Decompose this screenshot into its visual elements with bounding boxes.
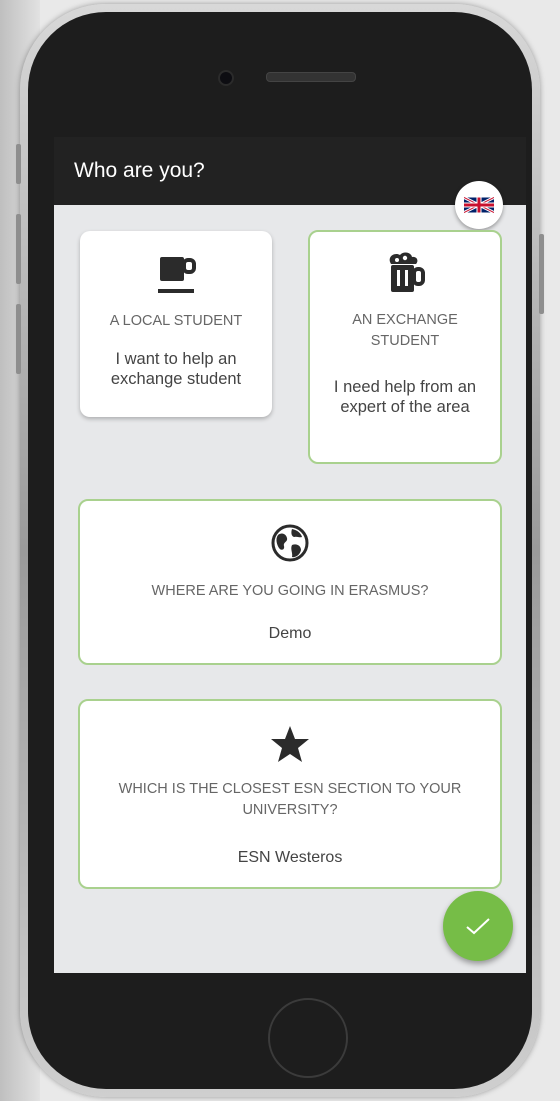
confirm-button[interactable] — [443, 891, 513, 961]
language-selector-button[interactable] — [455, 181, 503, 229]
app-bar: Who are you? — [54, 137, 526, 205]
destination-card[interactable]: WHERE ARE YOU GOING IN ERASMUS? Demo — [78, 499, 502, 665]
speaker — [266, 72, 356, 82]
section-card[interactable]: WHICH IS THE CLOSEST ESN SECTION TO YOUR… — [78, 699, 502, 889]
local-student-description: I want to help an exchange student — [110, 350, 242, 388]
side-button-power — [539, 234, 544, 314]
camera — [218, 70, 234, 86]
coffee-cup-icon — [80, 253, 272, 297]
section-question: WHICH IS THE CLOSEST ESN SECTION TO YOUR… — [118, 781, 462, 818]
app-screen: Who are you? A LOCAL STUDENT I want to h… — [54, 137, 526, 973]
side-button-volume-down — [16, 304, 21, 374]
check-icon — [466, 918, 490, 935]
exchange-student-title: AN EXCHANGE STUDENT — [352, 312, 458, 349]
side-button-mute — [16, 144, 21, 184]
home-button[interactable] — [268, 998, 348, 1078]
section-value: ESN Westeros — [237, 849, 343, 866]
page-title: Who are you? — [74, 159, 205, 182]
exchange-student-description: I need help from an expert of the area — [333, 378, 477, 416]
local-student-title: A LOCAL STUDENT — [109, 313, 243, 329]
local-student-card[interactable]: A LOCAL STUDENT I want to help an exchan… — [80, 231, 272, 417]
destination-question: WHERE ARE YOU GOING IN ERASMUS? — [151, 583, 429, 599]
beer-mug-icon — [310, 250, 500, 296]
uk-flag-icon — [464, 196, 494, 214]
destination-value: Demo — [268, 625, 312, 642]
side-button-volume-up — [16, 214, 21, 284]
exchange-student-card[interactable]: AN EXCHANGE STUDENT I need help from an … — [308, 230, 502, 464]
star-icon — [80, 725, 500, 763]
globe-icon — [80, 523, 500, 563]
